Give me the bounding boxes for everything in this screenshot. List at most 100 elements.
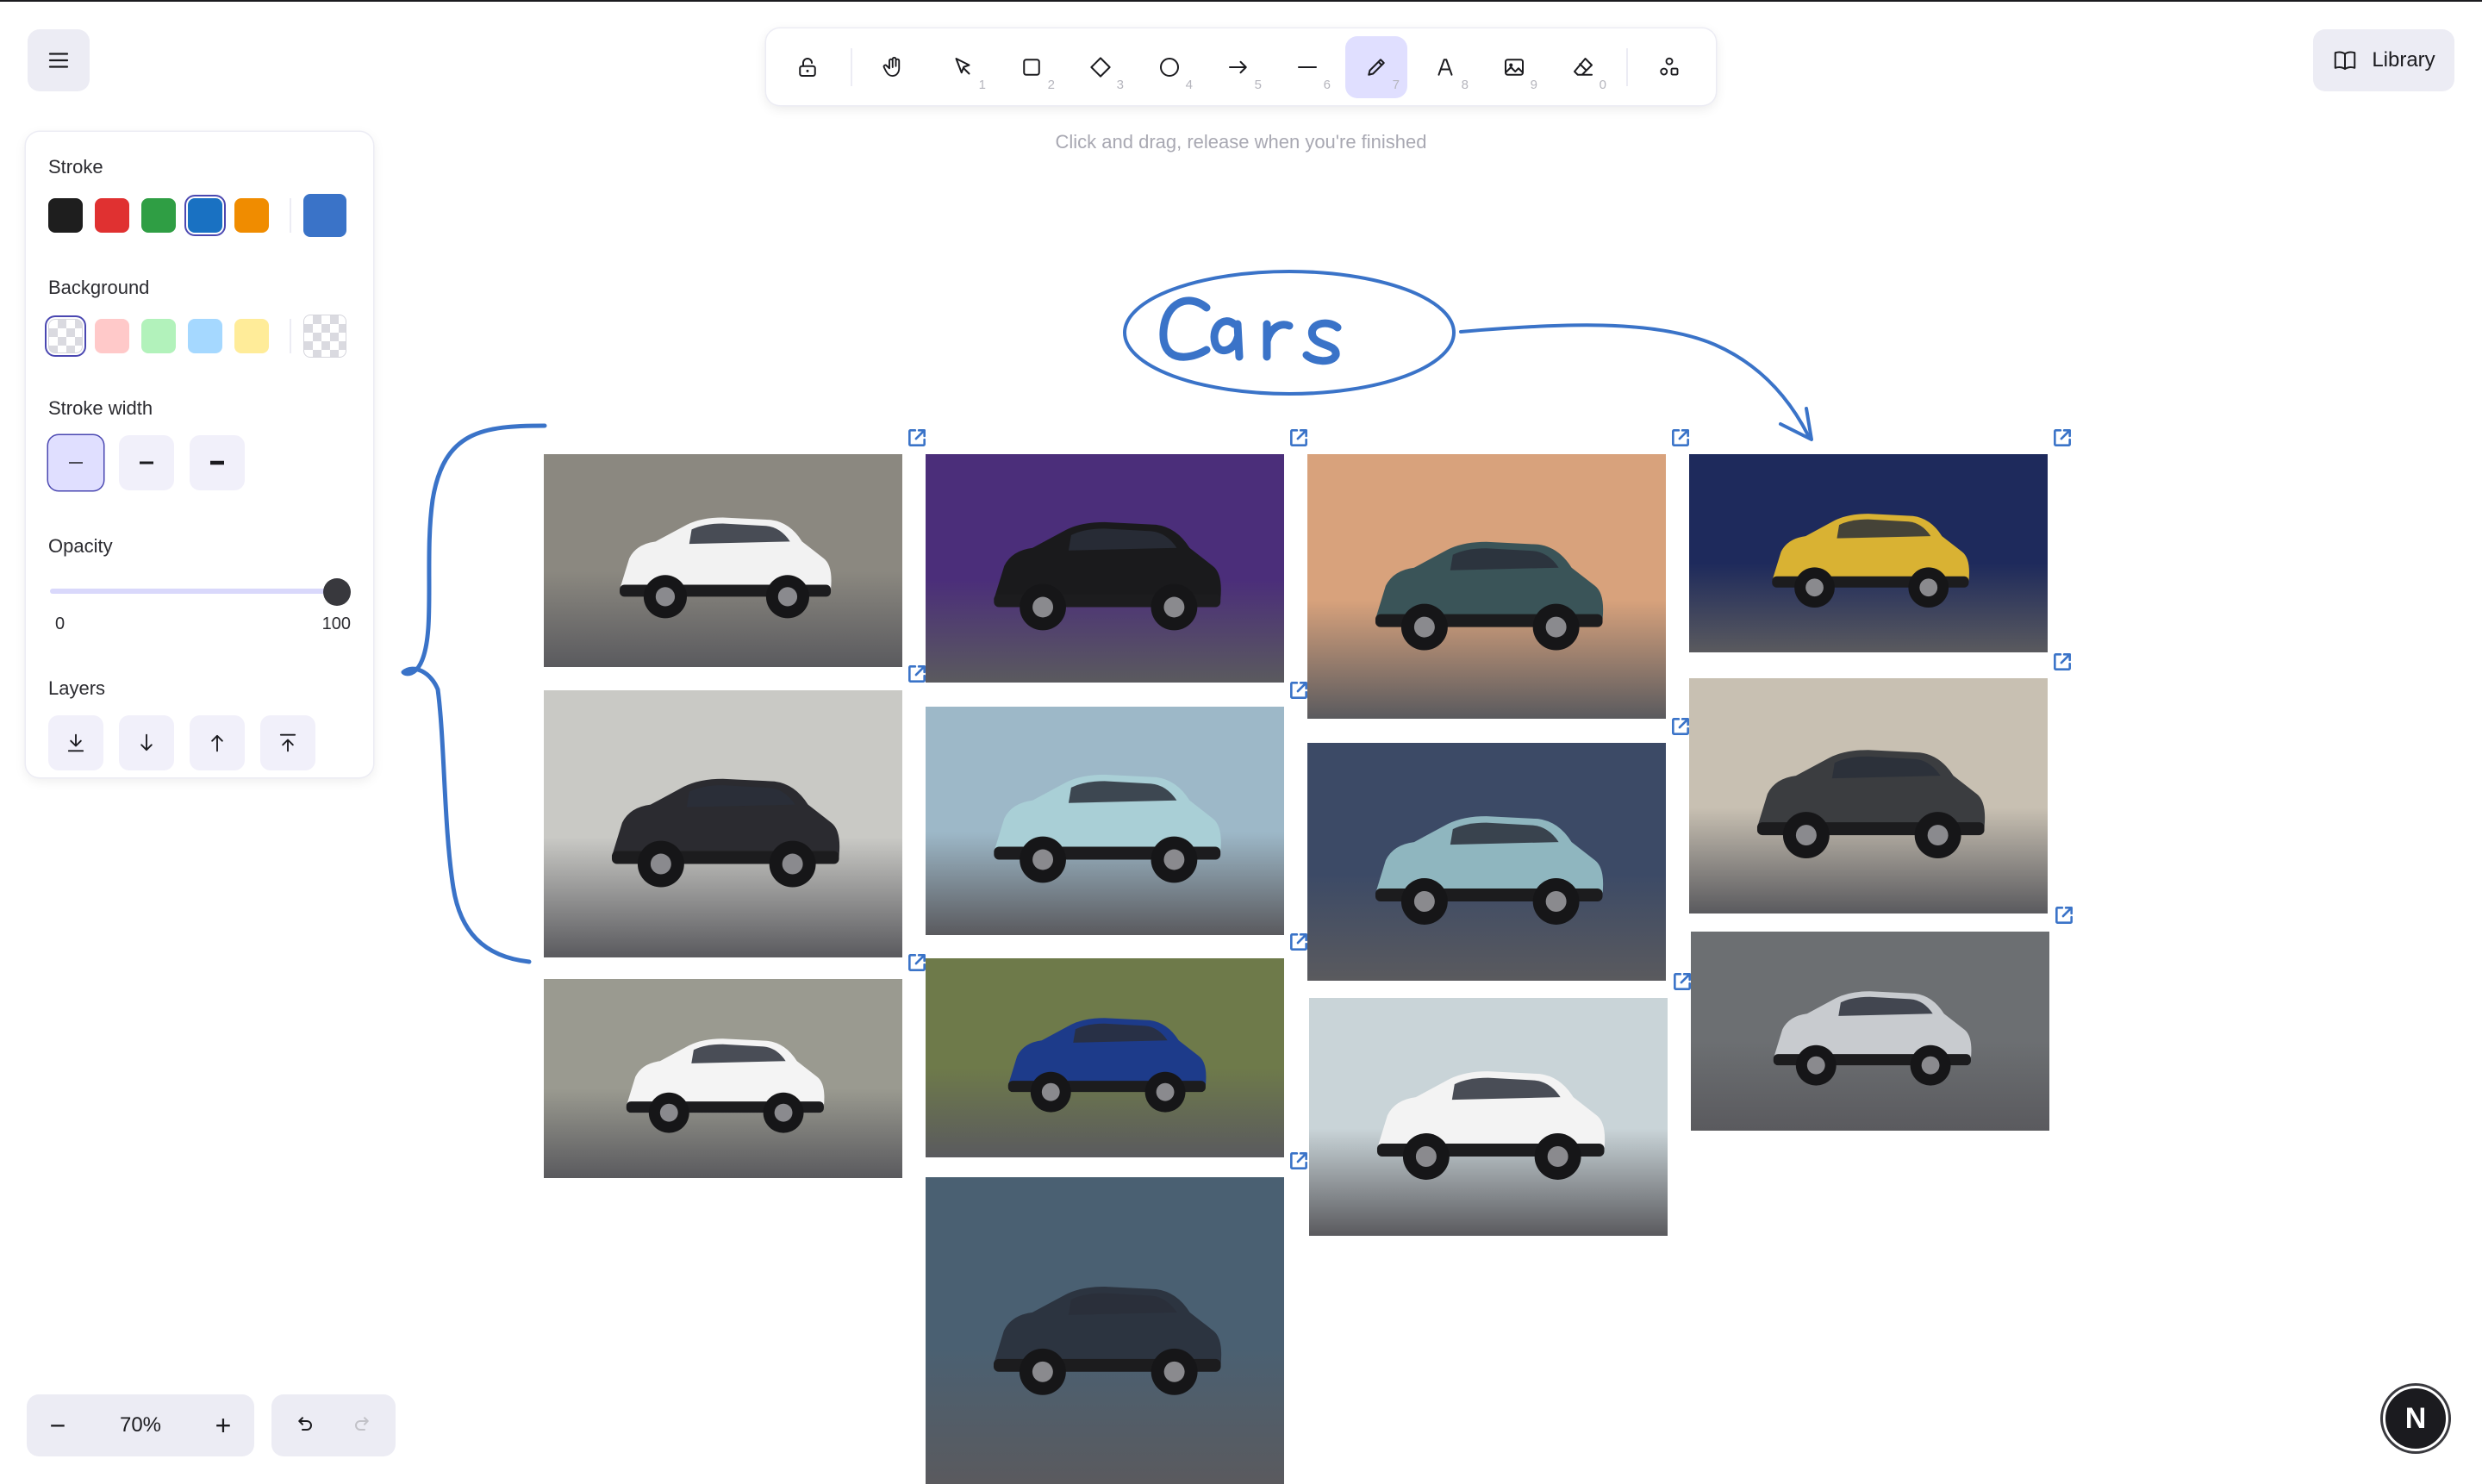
background-swatch[interactable] (234, 319, 269, 353)
toolbar-divider (1626, 47, 1628, 86)
undo-button[interactable] (271, 1394, 334, 1456)
opacity-range: 0 100 (55, 614, 351, 634)
arrow-down-icon (140, 733, 153, 751)
zoom-in-button[interactable]: + (192, 1394, 254, 1456)
shortcut-key: 7 (1392, 77, 1400, 92)
background-color-row (48, 315, 351, 358)
ellipse-tool[interactable]: 4 (1138, 36, 1200, 98)
line-icon (1298, 65, 1317, 68)
current-background-color[interactable] (303, 315, 346, 358)
stroke-width-thin[interactable] (48, 435, 103, 490)
bring-to-front-button[interactable] (260, 715, 315, 770)
undo-icon (298, 1417, 312, 1431)
user-avatar[interactable]: N (2383, 1386, 2448, 1451)
redo-button[interactable] (334, 1394, 396, 1456)
shortcut-key: 0 (1599, 77, 1606, 92)
stroke-swatch[interactable] (141, 198, 176, 233)
toolbar-divider (851, 47, 852, 86)
book-icon (2335, 51, 2356, 70)
zoom-controls: − 70% + (27, 1394, 254, 1456)
stroke-width-label: Stroke width (48, 397, 153, 419)
square-icon (1023, 58, 1040, 76)
background-swatch[interactable] (48, 319, 83, 353)
send-backward-button[interactable] (119, 715, 174, 770)
draw-tool[interactable]: 7 (1345, 35, 1407, 98)
stroke-swatch[interactable] (95, 198, 129, 233)
arrow-stroke[interactable] (1459, 323, 1810, 437)
shapes-icon (1660, 57, 1679, 75)
opacity-max: 100 (321, 614, 351, 633)
image-icon (1505, 58, 1524, 76)
opacity-label: Opacity (48, 535, 113, 557)
stroke-swatch[interactable] (234, 198, 269, 233)
background-label: Background (48, 277, 150, 298)
send-to-back-icon (67, 733, 84, 752)
circle-icon (1160, 57, 1179, 77)
bring-forward-button[interactable] (190, 715, 245, 770)
diamond-icon (1090, 56, 1111, 78)
background-swatch[interactable] (95, 319, 129, 353)
bring-to-front-icon (279, 733, 296, 752)
stroke-width-options (48, 435, 351, 490)
eraser-icon (1574, 57, 1593, 76)
history-controls (271, 1394, 396, 1456)
stroke-width-extra-bold[interactable] (190, 435, 245, 490)
more-tools[interactable] (1638, 36, 1700, 98)
redo-icon (355, 1417, 369, 1431)
send-to-back-button[interactable] (48, 715, 103, 770)
selection-tool[interactable]: 1 (932, 36, 994, 98)
opacity-thumb[interactable] (323, 578, 351, 606)
tool-hint: Click and drag, release when you're fini… (1055, 131, 1427, 153)
extra-bold-line-icon (210, 460, 224, 465)
shortcut-key: 9 (1530, 77, 1537, 92)
hand-tool[interactable] (863, 36, 925, 98)
shortcut-key: 8 (1461, 77, 1469, 92)
stroke-width-bold[interactable] (119, 435, 174, 490)
thin-line-icon (69, 462, 83, 464)
stroke-label: Stroke (48, 156, 103, 178)
shapes-toolbar: 1 2 3 4 5 6 7 8 9 0 (766, 28, 1716, 105)
library-label: Library (2372, 48, 2435, 72)
zoom-out-button[interactable]: − (27, 1394, 89, 1456)
current-stroke-color[interactable] (303, 194, 346, 237)
swatch-divider (290, 198, 291, 233)
swatch-divider (290, 319, 291, 353)
background-swatch[interactable] (141, 319, 176, 353)
opacity-min: 0 (55, 614, 65, 633)
text-icon (1437, 58, 1453, 76)
title-ellipse[interactable] (1123, 270, 1456, 396)
lock-tool[interactable] (776, 36, 839, 98)
properties-panel: Stroke Background Stroke width Opacity 0… (26, 132, 373, 777)
pencil-icon (1368, 58, 1385, 76)
stroke-swatch[interactable] (188, 198, 222, 233)
shortcut-key: 2 (1047, 77, 1055, 92)
line-tool[interactable]: 6 (1276, 36, 1338, 98)
title-letters[interactable] (1159, 296, 1342, 365)
main-menu-button[interactable] (28, 29, 90, 91)
zoom-level[interactable]: 70% (89, 1413, 192, 1437)
hand-icon (882, 56, 901, 77)
layers-buttons (48, 715, 351, 770)
arrow-tool[interactable]: 5 (1207, 36, 1269, 98)
eraser-tool[interactable]: 0 (1552, 36, 1614, 98)
hamburger-icon (48, 53, 69, 68)
stroke-swatch[interactable] (48, 198, 83, 233)
bold-line-icon (140, 461, 153, 465)
diamond-tool[interactable]: 3 (1070, 36, 1132, 98)
lock-icon (799, 57, 816, 77)
opacity-slider[interactable] (48, 573, 351, 608)
background-swatch[interactable] (188, 319, 222, 353)
curly-brace[interactable] (401, 423, 547, 964)
image-tool[interactable]: 9 (1483, 36, 1545, 98)
arrow-icon (1229, 60, 1247, 73)
shortcut-key: 6 (1323, 77, 1331, 92)
shortcut-key: 1 (978, 77, 986, 92)
rectangle-tool[interactable]: 2 (1001, 36, 1063, 98)
shortcut-key: 5 (1254, 77, 1262, 92)
pointer-icon (955, 57, 970, 74)
opacity-track (50, 589, 337, 594)
layers-label: Layers (48, 677, 106, 699)
arrow-up-icon (211, 734, 223, 752)
text-tool[interactable]: 8 (1414, 36, 1476, 98)
library-button[interactable]: Library (2313, 29, 2454, 91)
